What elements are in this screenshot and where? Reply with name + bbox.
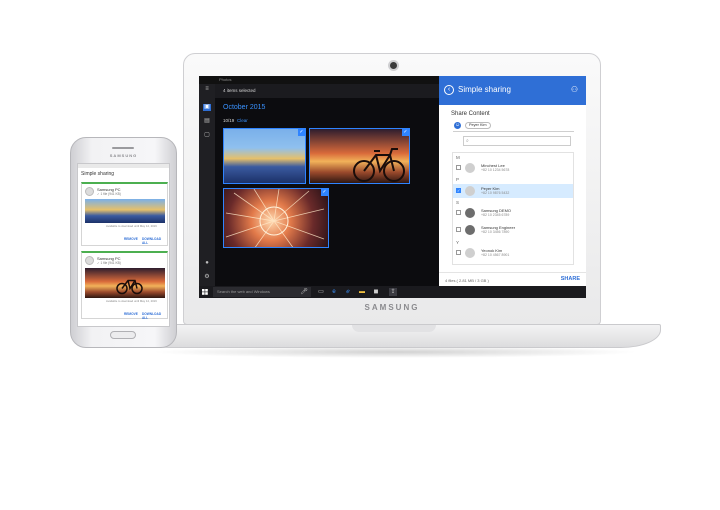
contact-avatar xyxy=(465,248,475,258)
remove-button[interactable]: REMOVE xyxy=(124,237,138,241)
recipient-chip[interactable]: Peyer Kim xyxy=(465,122,491,129)
download-all-button[interactable]: DOWNLOAD ALL xyxy=(142,237,167,245)
back-arrow-icon[interactable]: ‹ xyxy=(444,85,454,95)
albums-icon[interactable]: ▤ xyxy=(203,118,211,125)
feedback-icon[interactable]: ● xyxy=(203,260,211,267)
share-content-label: Share Content xyxy=(451,111,490,117)
remove-button[interactable]: REMOVE xyxy=(124,312,138,316)
month-heading: October 2015 xyxy=(223,104,266,111)
photos-nav-rail: ≡ ▣ ▤ ▢ ● ⚙ xyxy=(199,84,215,286)
laptop-brand-logo: SAMSUNG xyxy=(364,303,420,312)
windows-taskbar: Search the web and Windows 🎤︎ ▭ e ℯ ▬ ◼ … xyxy=(199,286,586,298)
sender-avatar xyxy=(85,187,94,196)
edge-browser-icon[interactable]: e xyxy=(330,288,338,296)
date-label: 10/19 xyxy=(223,118,235,123)
contact-search-input[interactable]: ⌕ xyxy=(463,136,571,146)
phone-app-title: Simple sharing xyxy=(81,171,115,177)
section-letter: Y xyxy=(456,240,460,245)
store-icon[interactable]: ◼ xyxy=(372,288,380,296)
collection-icon[interactable]: ▣ xyxy=(203,104,211,111)
simple-sharing-title: Simple sharing xyxy=(458,85,511,94)
phone-status-bar xyxy=(78,164,169,168)
contact-row-selected[interactable]: ✓ Peyer Kim +82 10 9876 5432 xyxy=(453,184,573,198)
contact-avatar xyxy=(465,225,475,235)
contact-avatar xyxy=(465,186,475,196)
webcam xyxy=(390,62,397,69)
person-icon: ☺ xyxy=(454,122,461,129)
phone-brand-logo: SAMSUNG xyxy=(109,153,138,158)
contact-checkbox[interactable] xyxy=(456,250,461,255)
internet-explorer-icon[interactable]: ℯ xyxy=(344,288,352,296)
windows-start-icon[interactable] xyxy=(202,289,208,295)
recipient-field[interactable]: ☺ Peyer Kim xyxy=(453,121,574,132)
clear-selection-link[interactable]: Clear xyxy=(237,118,248,123)
shared-photo-thumbnail[interactable] xyxy=(85,199,165,223)
availability-note: Available to download until May 12, 2016 xyxy=(106,224,157,228)
folders-icon[interactable]: ▢ xyxy=(203,132,211,139)
share-footer: 4 files ( 2.81 MB / 3 GB ) SHARE xyxy=(439,272,586,286)
task-view-icon[interactable]: ▭ xyxy=(317,288,325,296)
microphone-icon[interactable]: 🎤︎ xyxy=(300,288,308,296)
product-scene: SAMSUNG Photos ≡ ▣ ▤ ▢ ● ⚙ 4 items selec… xyxy=(0,0,720,510)
search-icon: ⌕ xyxy=(466,138,469,144)
contact-number: +82 10 2345 6789 xyxy=(481,213,510,217)
phone-speaker xyxy=(112,147,134,149)
phone-screen: Simple sharing Samsung PC ✓ 1 file (941 … xyxy=(77,163,170,327)
contact-avatar xyxy=(465,163,475,173)
simple-sharing-panel: ‹ Simple sharing ⚇ Share Content ☺ Peyer… xyxy=(439,76,586,286)
settings-gear-icon[interactable]: ⚙ xyxy=(203,274,211,281)
contact-number: +82 10 4567 8901 xyxy=(481,253,510,257)
contact-avatar xyxy=(465,208,475,218)
photo-selected-check-icon[interactable]: ✓ xyxy=(298,129,305,136)
photo-thumbnail-bicycle-sunset[interactable]: ✓ xyxy=(309,128,410,184)
received-share-card[interactable]: Samsung PC ✓ 1 file (941 KB) Available t… xyxy=(81,251,168,320)
taskbar-search-box[interactable]: Search the web and Windows xyxy=(213,287,311,297)
photo-selected-check-icon[interactable]: ✓ xyxy=(402,129,409,136)
shared-photo-thumbnail[interactable] xyxy=(85,268,165,298)
availability-note: Available to download until May 12, 2016 xyxy=(106,299,157,303)
file-count: ✓ 1 file (941 KB) xyxy=(97,261,121,265)
laptop-hinge-notch xyxy=(352,325,436,332)
phone-home-button[interactable] xyxy=(110,331,136,339)
file-explorer-icon[interactable]: ▬ xyxy=(358,288,366,296)
file-count: ✓ 1 file (941 KB) xyxy=(97,192,121,196)
contact-number: +82 10 3456 7890 xyxy=(481,230,510,234)
bicycle-silhouette xyxy=(116,279,143,295)
photos-app-title: Photos xyxy=(219,77,232,82)
contact-row[interactable]: Samsung DEMO +82 10 2345 6789 xyxy=(453,206,573,220)
laptop-screen: Photos ≡ ▣ ▤ ▢ ● ⚙ 4 items selected Octo… xyxy=(199,76,586,298)
hamburger-menu-icon[interactable]: ≡ xyxy=(203,86,211,93)
share-button[interactable]: SHARE xyxy=(561,276,580,282)
simple-sharing-header: ‹ Simple sharing ⚇ xyxy=(439,76,586,105)
section-letter: S xyxy=(456,200,460,205)
ferris-wheel-graphic xyxy=(225,189,325,247)
photo-thumbnail-ferris-wheel[interactable]: ✓ xyxy=(223,188,329,248)
contact-row[interactable]: Samsung Engineer +82 10 3456 7890 xyxy=(453,223,573,237)
selection-status: 4 items selected xyxy=(223,88,256,93)
photo-selected-check-icon[interactable]: ✓ xyxy=(321,189,328,196)
simple-sharing-app-icon[interactable]: ⇪ xyxy=(389,288,397,296)
section-letter: M xyxy=(456,155,460,160)
contact-checkbox[interactable] xyxy=(456,165,461,170)
download-all-button[interactable]: DOWNLOAD ALL xyxy=(142,312,167,320)
bicycle-silhouette xyxy=(353,148,405,182)
contact-checkbox-checked[interactable]: ✓ xyxy=(456,188,461,193)
photos-titlebar: Photos xyxy=(199,76,439,84)
photo-thumbnail-harbor[interactable]: ✓ xyxy=(223,128,306,184)
files-size-info: 4 files ( 2.81 MB / 3 GB ) xyxy=(445,278,489,283)
sender-avatar xyxy=(85,256,94,265)
contact-checkbox[interactable] xyxy=(456,210,461,215)
section-letter: P xyxy=(456,177,460,182)
contact-number: +82 10 9876 5432 xyxy=(481,191,510,195)
received-share-card[interactable]: Samsung PC ✓ 1 file (941 KB) Available t… xyxy=(81,182,168,246)
add-contact-icon[interactable]: ⚇ xyxy=(571,85,578,94)
contact-checkbox[interactable] xyxy=(456,227,461,232)
contact-row[interactable]: Minchest Lee +82 10 1234 5678 xyxy=(453,161,573,175)
contact-row[interactable]: Yeonok Kim +82 10 4567 8901 xyxy=(453,246,573,260)
contact-number: +82 10 1234 5678 xyxy=(481,168,510,172)
contact-list: M Minchest Lee +82 10 1234 5678 P ✓ Peye… xyxy=(452,152,574,265)
